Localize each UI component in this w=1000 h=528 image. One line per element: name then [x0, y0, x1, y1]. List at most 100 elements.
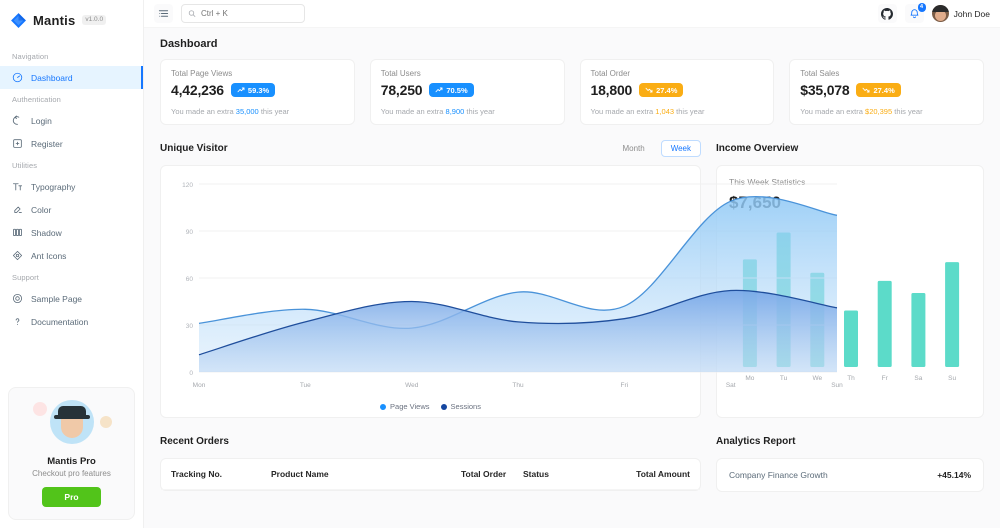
svg-text:Sa: Sa: [914, 375, 922, 382]
svg-text:Th: Th: [847, 375, 855, 382]
bottom-row: Recent Orders Tracking No. Product Name …: [160, 431, 984, 492]
sidebar-item-register[interactable]: Register: [0, 132, 143, 155]
unique-visitor-title: Unique Visitor: [160, 143, 228, 154]
trend-up-icon: [435, 86, 443, 94]
trend-up-icon: [237, 86, 245, 94]
login-icon: [12, 115, 23, 126]
brand-name: Mantis: [33, 13, 75, 28]
stat-label: Total Order: [591, 69, 764, 78]
stat-value-row: 78,25070.5%: [381, 82, 554, 98]
legend-item-sessions[interactable]: Sessions: [441, 402, 481, 411]
stat-chip: 27.4%: [639, 83, 683, 97]
typography-icon: [12, 181, 23, 192]
page-content: Dashboard Total Page Views4,42,23659.3%Y…: [144, 28, 1000, 528]
analytics-panel: Company Finance Growth +45.14%: [716, 458, 984, 492]
stat-footnote-value: 35,000: [236, 107, 259, 116]
sidebar-item-sample-page[interactable]: Sample Page: [0, 287, 143, 310]
legend-swatch: [441, 404, 447, 410]
legend-item-page-views[interactable]: Page Views: [380, 402, 429, 411]
stat-chip: 27.4%: [856, 83, 900, 97]
stat-chip-label: 27.4%: [873, 86, 894, 95]
chart-legend: Page Views Sessions: [169, 402, 692, 411]
stat-footnote-value: 1,043: [655, 107, 674, 116]
income-overview-header: Income Overview: [716, 138, 984, 158]
stat-chip: 70.5%: [429, 83, 473, 97]
github-icon[interactable]: [878, 4, 897, 23]
column-tracking-no: Tracking No.: [171, 469, 271, 479]
analytics-row-value: +45.14%: [937, 470, 971, 480]
sidebar-item-label: Documentation: [31, 317, 88, 327]
stat-card-total-sales: Total Sales$35,07827.4%You made an extra…: [789, 59, 984, 125]
stat-footnote-prefix: You made an extra: [591, 107, 656, 116]
unique-visitor-header: Unique Visitor Month Week: [160, 138, 701, 158]
column-product-name: Product Name: [271, 469, 461, 479]
stat-value: 18,800: [591, 82, 633, 98]
svg-text:Mon: Mon: [193, 382, 206, 389]
user-menu[interactable]: John Doe: [932, 5, 990, 22]
table-header-row: Tracking No. Product Name Total Order St…: [161, 459, 700, 490]
dashboard-icon: [12, 72, 23, 83]
ant-icons-icon: [12, 250, 23, 261]
mid-row: Unique Visitor MonthWeek 0306090120MonTu…: [160, 138, 984, 418]
search-box[interactable]: [181, 4, 305, 23]
sidebar-item-documentation[interactable]: Documentation: [0, 310, 143, 333]
svg-text:30: 30: [186, 323, 194, 330]
stat-footnote: You made an extra 8,900 this year: [381, 107, 554, 116]
analytics-report-title: Analytics Report: [716, 436, 795, 447]
search-input[interactable]: [201, 9, 298, 18]
search-icon: [188, 9, 196, 18]
sidebar-nav: NavigationDashboardAuthenticationLoginRe…: [0, 34, 143, 333]
stat-footnote-prefix: You made an extra: [171, 107, 236, 116]
svg-text:90: 90: [186, 229, 194, 236]
stat-cards-row: Total Page Views4,42,23659.3%You made an…: [160, 59, 984, 125]
svg-text:120: 120: [182, 182, 193, 189]
toggle-week[interactable]: Week: [661, 140, 701, 157]
analytics-row[interactable]: Company Finance Growth +45.14%: [717, 459, 983, 491]
range-toggles: Month Week: [612, 140, 701, 157]
area-chart[interactable]: 0306090120MonTueWedThuFriSatSun: [169, 176, 692, 399]
stat-footnote-value: $20,395: [865, 107, 892, 116]
income-overview-title: Income Overview: [716, 143, 798, 154]
sidebar-item-color[interactable]: Color: [0, 198, 143, 221]
stat-footnote: You made an extra $20,395 this year: [800, 107, 973, 116]
stat-card-total-page-views: Total Page Views4,42,23659.3%You made an…: [160, 59, 355, 125]
toggle-month[interactable]: Month: [612, 140, 654, 157]
sidebar-item-label: Ant Icons: [31, 251, 66, 261]
shadow-icon: [12, 227, 23, 238]
stat-footnote-suffix: this year: [259, 107, 289, 116]
decor-blob-b: [100, 416, 112, 428]
stat-card-total-order: Total Order18,80027.4%You made an extra …: [580, 59, 775, 125]
sidebar-item-label: Sample Page: [31, 294, 82, 304]
recent-orders-header: Recent Orders: [160, 431, 701, 451]
svg-text:Thu: Thu: [512, 382, 524, 389]
svg-text:0: 0: [189, 370, 193, 377]
sidebar-caption-navigation: Navigation: [0, 52, 143, 61]
sidebar-caption-support: Support: [0, 273, 143, 282]
promo-subtitle: Checkout pro features: [17, 469, 126, 478]
trend-down-icon: [862, 86, 870, 94]
svg-text:60: 60: [186, 276, 194, 283]
sidebar-item-typography[interactable]: Typography: [0, 175, 143, 198]
brand[interactable]: Mantis v1.0.0: [0, 6, 143, 34]
analytics-report-header: Analytics Report: [716, 431, 984, 451]
stat-label: Total Page Views: [171, 69, 344, 78]
stat-label: Total Sales: [800, 69, 973, 78]
notifications-button[interactable]: 4: [905, 4, 924, 23]
sidebar-item-login[interactable]: Login: [0, 109, 143, 132]
sidebar-item-dashboard[interactable]: Dashboard: [0, 66, 143, 89]
sidebar-item-ant-icons[interactable]: Ant Icons: [0, 244, 143, 267]
topbar: 4 John Doe: [144, 0, 1000, 28]
column-total-amount: Total Amount: [618, 469, 690, 479]
sidebar: Mantis v1.0.0 NavigationDashboardAuthent…: [0, 0, 144, 528]
svg-text:Sun: Sun: [831, 382, 843, 389]
sidebar-item-label: Login: [31, 116, 52, 126]
hamburger-menu-icon[interactable]: [154, 4, 173, 23]
svg-text:Fr: Fr: [882, 375, 889, 382]
sidebar-caption-utilities: Utilities: [0, 161, 143, 170]
sidebar-item-label: Dashboard: [31, 73, 73, 83]
unique-visitor-section: Unique Visitor MonthWeek 0306090120MonTu…: [160, 138, 701, 418]
sidebar-item-shadow[interactable]: Shadow: [0, 221, 143, 244]
stat-chip-label: 70.5%: [446, 86, 467, 95]
pro-button[interactable]: Pro: [42, 487, 100, 507]
promo-card: Mantis Pro Checkout pro features Pro: [8, 387, 135, 520]
